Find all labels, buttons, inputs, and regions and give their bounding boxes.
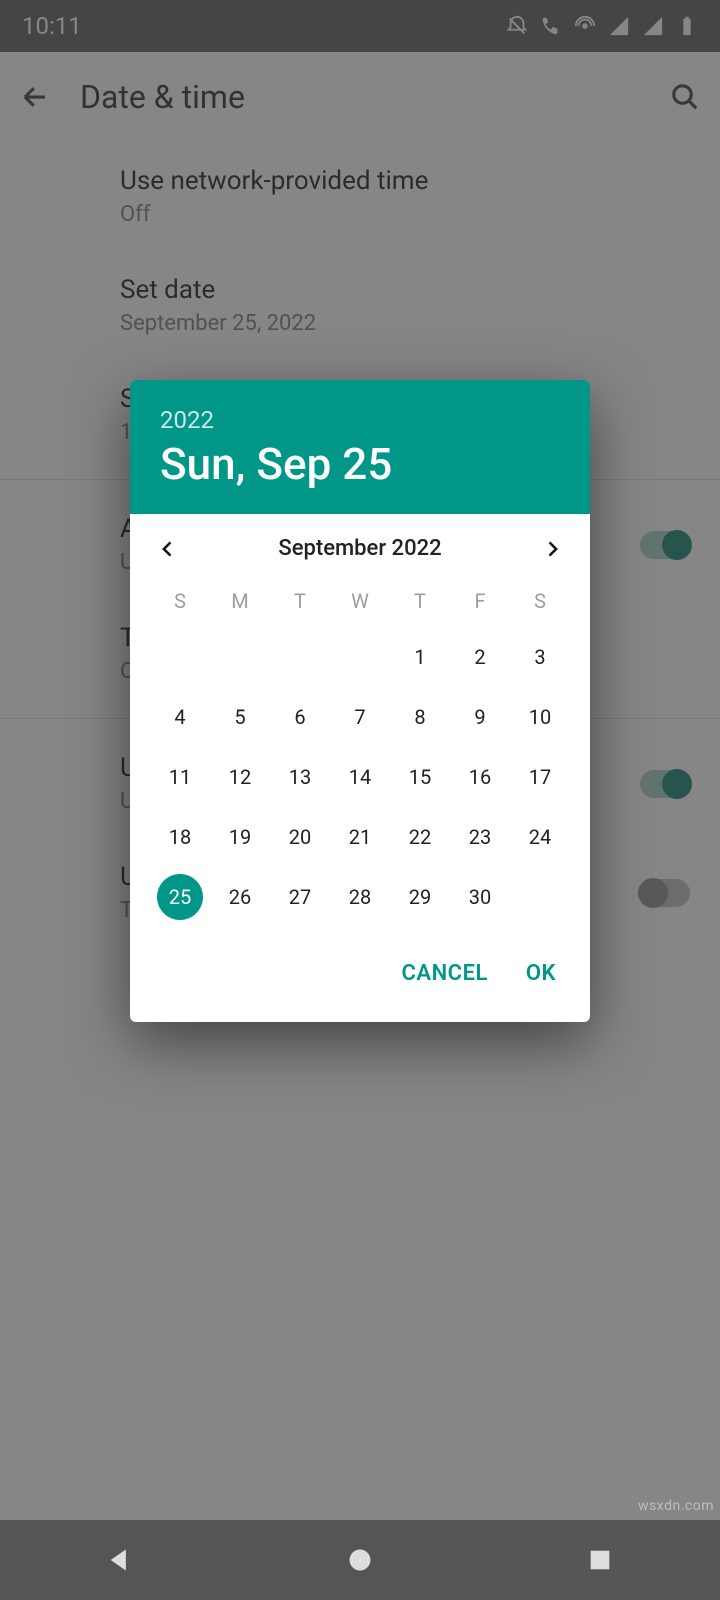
selected-year[interactable]: 2022 (160, 406, 560, 434)
weekday-header: SMTWTFS (150, 575, 570, 627)
calendar-day[interactable]: 23 (450, 807, 510, 867)
dialog-header: 2022 Sun, Sep 25 (130, 380, 590, 514)
calendar-day[interactable]: 3 (510, 627, 570, 687)
calendar-day[interactable]: 2 (450, 627, 510, 687)
calendar-day[interactable]: 1 (390, 627, 450, 687)
month-navigator: September 2022 (130, 514, 590, 565)
calendar-day[interactable]: 6 (270, 687, 330, 747)
calendar-day[interactable]: 13 (270, 747, 330, 807)
watermark: wsxdn.com (638, 1498, 714, 1514)
weekday-label: M (210, 575, 270, 627)
calendar-day[interactable]: 25 (157, 874, 203, 920)
calendar-day[interactable]: 22 (390, 807, 450, 867)
calendar-day[interactable]: 24 (510, 807, 570, 867)
calendar-week: 11121314151617 (150, 747, 570, 807)
calendar-day[interactable]: 7 (330, 687, 390, 747)
ok-button[interactable]: OK (510, 947, 572, 1000)
prev-month-button[interactable] (158, 539, 178, 559)
calendar-day[interactable]: 4 (150, 687, 210, 747)
calendar-day[interactable]: 11 (150, 747, 210, 807)
weekday-label: F (450, 575, 510, 627)
calendar-day[interactable]: 5 (210, 687, 270, 747)
calendar-day[interactable]: 18 (150, 807, 210, 867)
weekday-label: S (510, 575, 570, 627)
calendar-day[interactable]: 12 (210, 747, 270, 807)
nav-recent-icon[interactable] (586, 1546, 614, 1574)
calendar-day[interactable]: 21 (330, 807, 390, 867)
calendar-empty (330, 627, 390, 687)
calendar-day[interactable]: 30 (450, 867, 510, 927)
calendar-empty (210, 627, 270, 687)
nav-back-icon[interactable] (106, 1546, 134, 1574)
weekday-label: T (390, 575, 450, 627)
calendar-day[interactable]: 27 (270, 867, 330, 927)
calendar-day[interactable]: 15 (390, 747, 450, 807)
calendar-day[interactable]: 16 (450, 747, 510, 807)
calendar-day[interactable]: 26 (210, 867, 270, 927)
calendar-week: 252627282930 (150, 867, 570, 927)
calendar-day[interactable]: 29 (390, 867, 450, 927)
calendar-empty (510, 867, 570, 927)
calendar-day[interactable]: 19 (210, 807, 270, 867)
selected-date-headline[interactable]: Sun, Sep 25 (160, 438, 560, 490)
calendar-day[interactable]: 10 (510, 687, 570, 747)
month-year-label: September 2022 (278, 536, 441, 561)
calendar-empty (150, 627, 210, 687)
calendar-day[interactable]: 28 (330, 867, 390, 927)
nav-home-icon[interactable] (346, 1546, 374, 1574)
system-nav-bar (0, 1520, 720, 1600)
calendar-empty (270, 627, 330, 687)
weekday-label: T (270, 575, 330, 627)
calendar-day[interactable]: 20 (270, 807, 330, 867)
calendar-day[interactable]: 8 (390, 687, 450, 747)
cancel-button[interactable]: CANCEL (384, 947, 506, 1000)
weekday-label: S (150, 575, 210, 627)
dialog-actions: CANCEL OK (130, 927, 590, 1022)
calendar-day[interactable]: 17 (510, 747, 570, 807)
calendar-grid: SMTWTFS 12345678910111213141516171819202… (130, 565, 590, 927)
calendar-week: 18192021222324 (150, 807, 570, 867)
calendar-day[interactable]: 14 (330, 747, 390, 807)
calendar-week: 123 (150, 627, 570, 687)
date-picker-dialog: 2022 Sun, Sep 25 September 2022 SMTWTFS … (130, 380, 590, 1022)
weekday-label: W (330, 575, 390, 627)
next-month-button[interactable] (542, 539, 562, 559)
calendar-week: 45678910 (150, 687, 570, 747)
calendar-day[interactable]: 9 (450, 687, 510, 747)
